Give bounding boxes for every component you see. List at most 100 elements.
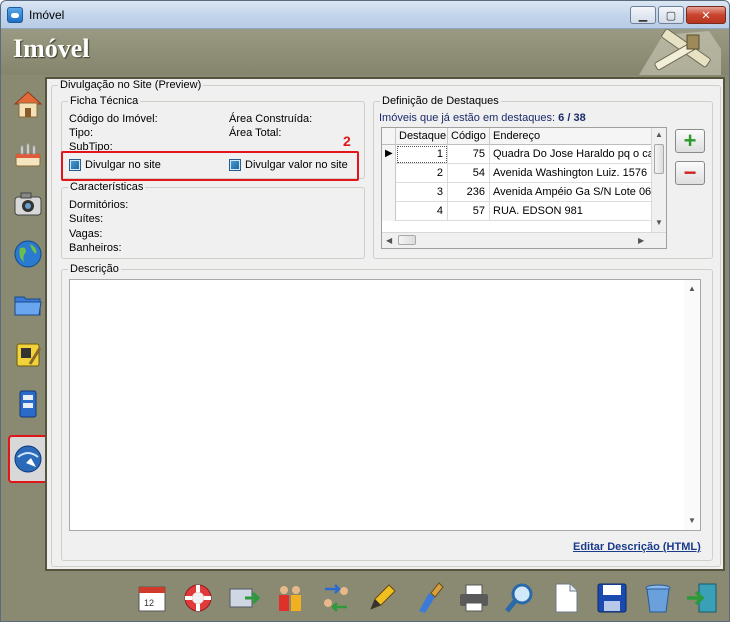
cell-codigo[interactable]: 54 <box>448 164 490 183</box>
col-endereco[interactable]: Endereço <box>490 128 652 145</box>
divulgacao-legend: Divulgação no Site (Preview) <box>60 79 202 91</box>
table-row[interactable]: ▶ 1 75 Quadra Do Jose Haraldo pq o ca <box>382 145 652 164</box>
people-icon <box>279 586 301 611</box>
remove-destaque-button[interactable]: − <box>675 161 705 185</box>
divulgar-site-box[interactable] <box>69 159 81 171</box>
cell-destaque[interactable]: 3 <box>396 183 448 202</box>
current-row-arrow-icon: ▶ <box>385 148 393 159</box>
vertical-scroll-thumb[interactable] <box>654 144 664 174</box>
divulgar-valor-box[interactable] <box>229 159 241 171</box>
cell-destaque[interactable]: 1 <box>396 145 448 164</box>
sidebar-item-cabinet[interactable] <box>9 385 47 423</box>
maximize-button[interactable]: ▢ <box>658 6 684 24</box>
grid-vertical-scrollbar[interactable]: ▲ ▼ <box>651 128 666 232</box>
scroll-down-icon[interactable]: ▼ <box>655 218 663 227</box>
scroll-right-icon[interactable]: ▶ <box>638 236 644 245</box>
editar-descricao-link[interactable]: Editar Descrição (HTML) <box>573 541 701 553</box>
sidebar-item-house[interactable] <box>9 85 47 123</box>
sidebar-item-photos[interactable] <box>9 185 47 223</box>
row-indicator <box>382 164 396 183</box>
ficha-legend: Ficha Técnica <box>70 95 139 107</box>
cell-destaque[interactable]: 2 <box>396 164 448 183</box>
close-button[interactable]: ✕ <box>686 6 726 24</box>
row-indicator: ▶ <box>382 145 396 164</box>
tipo-label: Tipo: <box>69 127 94 139</box>
toolbar-people[interactable] <box>271 579 309 617</box>
page-title: Imóvel <box>13 34 90 63</box>
destaques-count-text: Imóveis que já estão em destaques: <box>379 112 556 124</box>
sidebar-item-badge[interactable] <box>9 335 47 373</box>
close-icon: ✕ <box>701 9 711 22</box>
cell-endereco[interactable]: Avenida Washington Luiz. 1576 <box>490 164 652 183</box>
toolbar-search[interactable] <box>501 579 539 617</box>
col-codigo[interactable]: Código <box>448 128 490 145</box>
toolbar-help[interactable] <box>179 579 217 617</box>
banheiros-label: Banheiros: <box>69 242 122 254</box>
horizontal-scroll-thumb[interactable] <box>398 235 416 245</box>
pen-icon <box>370 584 396 610</box>
descricao-scrollbar[interactable]: ▲ ▼ <box>684 280 700 530</box>
cell-codigo[interactable]: 75 <box>448 145 490 164</box>
toolbar-exit[interactable] <box>683 579 721 617</box>
sidebar-item-globe[interactable] <box>9 235 47 273</box>
globe-icon <box>14 240 42 268</box>
tools-logo-icon <box>639 29 721 75</box>
printer-icon <box>460 584 488 612</box>
toolbar-calendar[interactable]: 12 <box>133 579 171 617</box>
camera-icon <box>14 192 42 216</box>
grid-horizontal-scrollbar[interactable]: ◀ ▶ <box>382 232 666 248</box>
dormitorios-label: Dormitórios: <box>69 199 129 211</box>
title-bar[interactable]: Imóvel ▁ ▢ ✕ <box>1 1 729 29</box>
divulgar-valor-label: Divulgar valor no site <box>245 159 348 171</box>
scroll-left-icon[interactable]: ◀ <box>386 236 392 245</box>
cell-codigo[interactable]: 236 <box>448 183 490 202</box>
cell-destaque[interactable]: 4 <box>396 202 448 221</box>
table-row[interactable]: 3 236 Avenida Ampéio Ga S/N Lote 06 <box>382 183 652 202</box>
row-indicator <box>382 183 396 202</box>
cell-endereco[interactable]: Quadra Do Jose Haraldo pq o ca <box>490 145 652 164</box>
toolbar-delete[interactable] <box>639 579 677 617</box>
caracteristicas-legend: Características <box>70 181 144 193</box>
calendar-icon: 12 <box>138 586 166 612</box>
area-total-label: Área Total: <box>229 127 282 139</box>
descricao-textarea[interactable]: ▲ ▼ <box>69 279 701 531</box>
divulgar-valor-checkbox[interactable]: Divulgar valor no site <box>229 159 348 171</box>
toolbar-transfer[interactable] <box>225 579 263 617</box>
save-icon <box>597 583 627 613</box>
destaques-count-label: Imóveis que já estão em destaques: 6 / 3… <box>379 112 586 124</box>
grid-header: Destaque Código Endereço <box>382 128 652 145</box>
trash-icon <box>645 584 671 613</box>
cell-codigo[interactable]: 57 <box>448 202 490 221</box>
toolbar-save[interactable] <box>593 579 631 617</box>
descricao-legend: Descrição <box>70 263 119 275</box>
cell-endereco[interactable]: RUA. EDSON 981 <box>490 202 652 221</box>
sidebar-item-folder[interactable] <box>9 285 47 323</box>
checkbox-annotation-marker: 2 <box>343 133 351 149</box>
badge-icon <box>16 343 42 367</box>
vagas-label: Vagas: <box>69 228 103 240</box>
divulgar-site-checkbox[interactable]: Divulgar no site <box>69 159 161 171</box>
table-row[interactable]: 4 57 RUA. EDSON 981 <box>382 202 652 221</box>
minimize-button[interactable]: ▁ <box>630 6 656 24</box>
cell-endereco[interactable]: Avenida Ampéio Ga S/N Lote 06 <box>490 183 652 202</box>
suites-label: Suítes: <box>69 213 104 225</box>
add-destaque-button[interactable]: + <box>675 129 705 153</box>
grid-corner <box>382 128 396 145</box>
sidebar-item-site[interactable] <box>8 435 48 483</box>
table-row[interactable]: 2 54 Avenida Washington Luiz. 1576 <box>382 164 652 183</box>
sidebar-item-cake[interactable] <box>9 135 47 173</box>
col-destaque[interactable]: Destaque <box>396 128 448 145</box>
window-title: Imóvel <box>29 8 65 22</box>
maximize-icon: ▢ <box>665 9 677 22</box>
toolbar-new[interactable] <box>547 579 585 617</box>
scroll-up-icon[interactable]: ▲ <box>688 284 696 293</box>
main-panel: Divulgação no Site (Preview) Ficha Técni… <box>45 77 725 571</box>
toolbar-edit[interactable] <box>363 579 401 617</box>
destaques-grid[interactable]: Destaque Código Endereço ▶ 1 75 Quadra D… <box>381 127 667 249</box>
cabinet-icon <box>19 390 37 418</box>
toolbar-clean[interactable] <box>409 579 447 617</box>
toolbar-exchange-users[interactable] <box>317 579 355 617</box>
scroll-down-icon[interactable]: ▼ <box>688 516 696 525</box>
toolbar-print[interactable] <box>455 579 493 617</box>
scroll-up-icon[interactable]: ▲ <box>655 130 663 139</box>
